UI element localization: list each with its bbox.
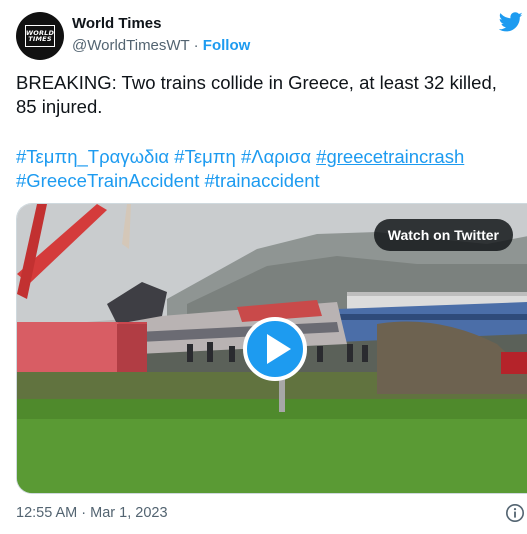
handle-row: @WorldTimesWT · Follow [72, 37, 250, 54]
avatar-logo-line2: TIMES [28, 35, 52, 43]
play-icon [267, 334, 291, 364]
hashtag-link[interactable]: #trainaccident [205, 170, 320, 191]
avatar-logo: WORLD TIMES [25, 25, 55, 47]
account-handle[interactable]: @WorldTimesWT [72, 37, 189, 54]
hashtag-link[interactable]: #Τεμπη_Τραγωδια [16, 146, 169, 167]
play-button[interactable] [243, 317, 307, 381]
tweet-time: 12:55 AM [16, 505, 78, 521]
tweet-date: Mar 1, 2023 [90, 505, 168, 521]
hashtag-link[interactable]: #GreeceTrainAccident [16, 170, 199, 191]
follow-button[interactable]: Follow [203, 37, 251, 54]
tweet-header: WORLD TIMES World Times @WorldTimesWT · … [16, 12, 527, 62]
hashtag-line-2: #GreeceTrainAccident #trainaccident [16, 169, 516, 193]
hashtag-link[interactable]: #greecetraincrash [316, 146, 464, 167]
hashtag-link[interactable]: #Τεμπη [174, 146, 236, 167]
account-name[interactable]: World Times [72, 15, 161, 32]
hashtag-link[interactable]: #Λαρισα [241, 146, 311, 167]
hashtag-line-1: #Τεμπη_Τραγωδια #Τεμπη #Λαρισα #greecetr… [16, 145, 516, 169]
tweet-card[interactable]: WORLD TIMES World Times @WorldTimesWT · … [0, 0, 527, 534]
tweet-timestamp[interactable]: 12:55 AM · Mar 1, 2023 [16, 505, 168, 521]
video-thumbnail[interactable]: Watch on Twitter [16, 203, 527, 494]
avatar[interactable]: WORLD TIMES [16, 12, 64, 60]
handle-separator: · [189, 37, 203, 54]
watch-on-twitter-button[interactable]: Watch on Twitter [373, 219, 513, 251]
timestamp-separator: · [77, 505, 91, 521]
info-icon[interactable] [505, 503, 525, 523]
hashtags: #Τεμπη_Τραγωδια #Τεμπη #Λαρισα #greecetr… [16, 145, 516, 193]
twitter-bird-icon[interactable] [499, 10, 523, 34]
tweet-text: BREAKING: Two trains collide in Greece, … [16, 72, 497, 117]
